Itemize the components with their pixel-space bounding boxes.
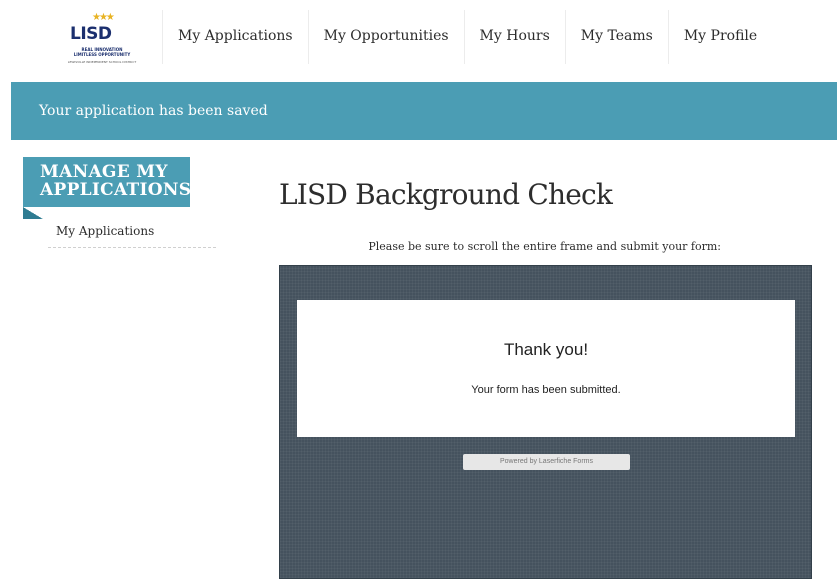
powered-by-link[interactable]: Powered by Laserfiche Forms <box>463 454 630 470</box>
submitted-message: Your form has been submitted. <box>471 384 621 396</box>
site-header: ★★★ LISD REAL INNOVATION LIMITLESS OPPOR… <box>0 0 837 80</box>
logo-district: LEWISVILLE INDEPENDENT SCHOOL DISTRICT <box>67 60 137 64</box>
logo-text: LISD <box>70 24 112 44</box>
sidebar-title-line1: MANAGE MY <box>40 162 168 182</box>
sidebar-item-my-applications[interactable]: My Applications <box>48 222 216 248</box>
nav-my-applications[interactable]: My Applications <box>162 10 308 64</box>
form-iframe[interactable]: Thank you! Your form has been submitted.… <box>279 265 812 579</box>
form-instruction: Please be sure to scroll the entire fram… <box>368 240 721 253</box>
logo-tagline-line2: LIMITLESS OPPORTUNITY <box>73 52 131 57</box>
status-banner: Your application has been saved <box>11 82 837 140</box>
confirmation-card: Thank you! Your form has been submitted. <box>297 300 795 437</box>
page-title: LISD Background Check <box>279 178 613 211</box>
sidebar-title-line2: APPLICATIONS <box>40 180 192 200</box>
nav-my-hours[interactable]: My Hours <box>463 10 565 64</box>
thank-you-heading: Thank you! <box>503 340 589 359</box>
nav-my-opportunities[interactable]: My Opportunities <box>307 10 464 64</box>
logo-tagline: REAL INNOVATION LIMITLESS OPPORTUNITY <box>62 47 142 57</box>
main-nav: My Applications My Opportunities My Hour… <box>162 10 772 64</box>
lisd-logo[interactable]: ★★★ LISD REAL INNOVATION LIMITLESS OPPOR… <box>50 10 150 65</box>
stars-icon: ★★★ <box>92 12 115 23</box>
ribbon-fold <box>23 207 43 219</box>
sidebar-title: MANAGE MY APPLICATIONS <box>23 157 192 207</box>
nav-my-teams[interactable]: My Teams <box>564 10 668 64</box>
nav-my-profile[interactable]: My Profile <box>667 10 772 64</box>
